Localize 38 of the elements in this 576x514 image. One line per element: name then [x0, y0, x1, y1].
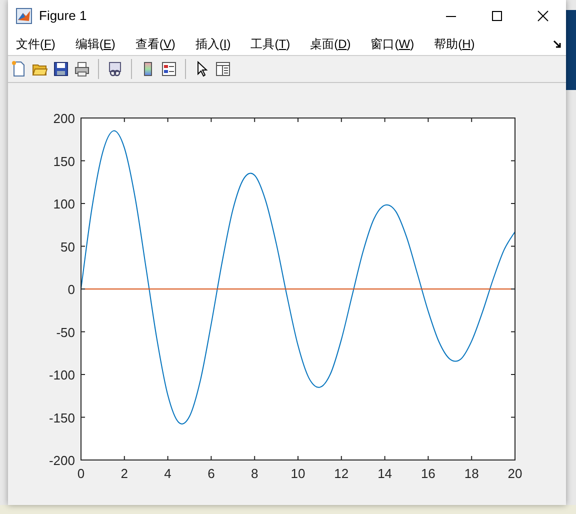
menu-item[interactable]: 编辑(E) — [75, 34, 116, 52]
property-panel-icon[interactable] — [214, 60, 232, 78]
x-tick-label: 6 — [208, 466, 215, 481]
menu-item[interactable]: 文件(F) — [16, 34, 56, 52]
y-tick-label: 50 — [60, 239, 75, 254]
y-tick-label: -150 — [48, 410, 75, 426]
menu-item[interactable]: 桌面(D) — [310, 34, 351, 52]
printer-icon[interactable] — [73, 60, 91, 78]
x-tick-label: 12 — [334, 466, 349, 481]
dock-arrow-icon[interactable] — [553, 40, 562, 49]
y-tick-label: 150 — [53, 154, 75, 169]
menu-item[interactable]: 窗口(W) — [370, 34, 414, 52]
menu-item[interactable]: 查看(V) — [135, 34, 176, 52]
x-tick-label: 20 — [508, 466, 522, 481]
menu-item[interactable]: 帮助(H) — [434, 34, 475, 52]
y-tick-label: 200 — [53, 111, 75, 126]
x-tick-label: 10 — [290, 466, 306, 481]
app-icon — [16, 8, 32, 24]
maximize-icon — [491, 10, 503, 22]
window-title: Figure 1 — [39, 7, 87, 26]
y-tick-label: -200 — [48, 453, 75, 468]
menu-item[interactable]: 插入(I) — [195, 34, 231, 52]
x-tick-label: 2 — [120, 466, 128, 481]
y-tick-label: 100 — [53, 196, 75, 212]
x-tick-label: 18 — [464, 466, 479, 481]
y-tick-label: 0 — [68, 282, 75, 297]
y-tick-label: -100 — [48, 368, 75, 382]
y-tick-label: -50 — [56, 324, 75, 340]
x-tick-label: 14 — [378, 466, 392, 481]
linked-plot-icon[interactable] — [106, 60, 124, 78]
close-icon — [537, 10, 549, 22]
menu-item[interactable]: 工具(T) — [250, 34, 290, 52]
legend-icon[interactable] — [160, 60, 178, 78]
x-tick-label: 16 — [420, 466, 436, 481]
x-tick-label: 8 — [250, 466, 258, 481]
x-tick-label: 4 — [164, 466, 172, 481]
x-tick-label: 0 — [77, 466, 85, 481]
floppy-disk-icon[interactable] — [52, 60, 70, 78]
